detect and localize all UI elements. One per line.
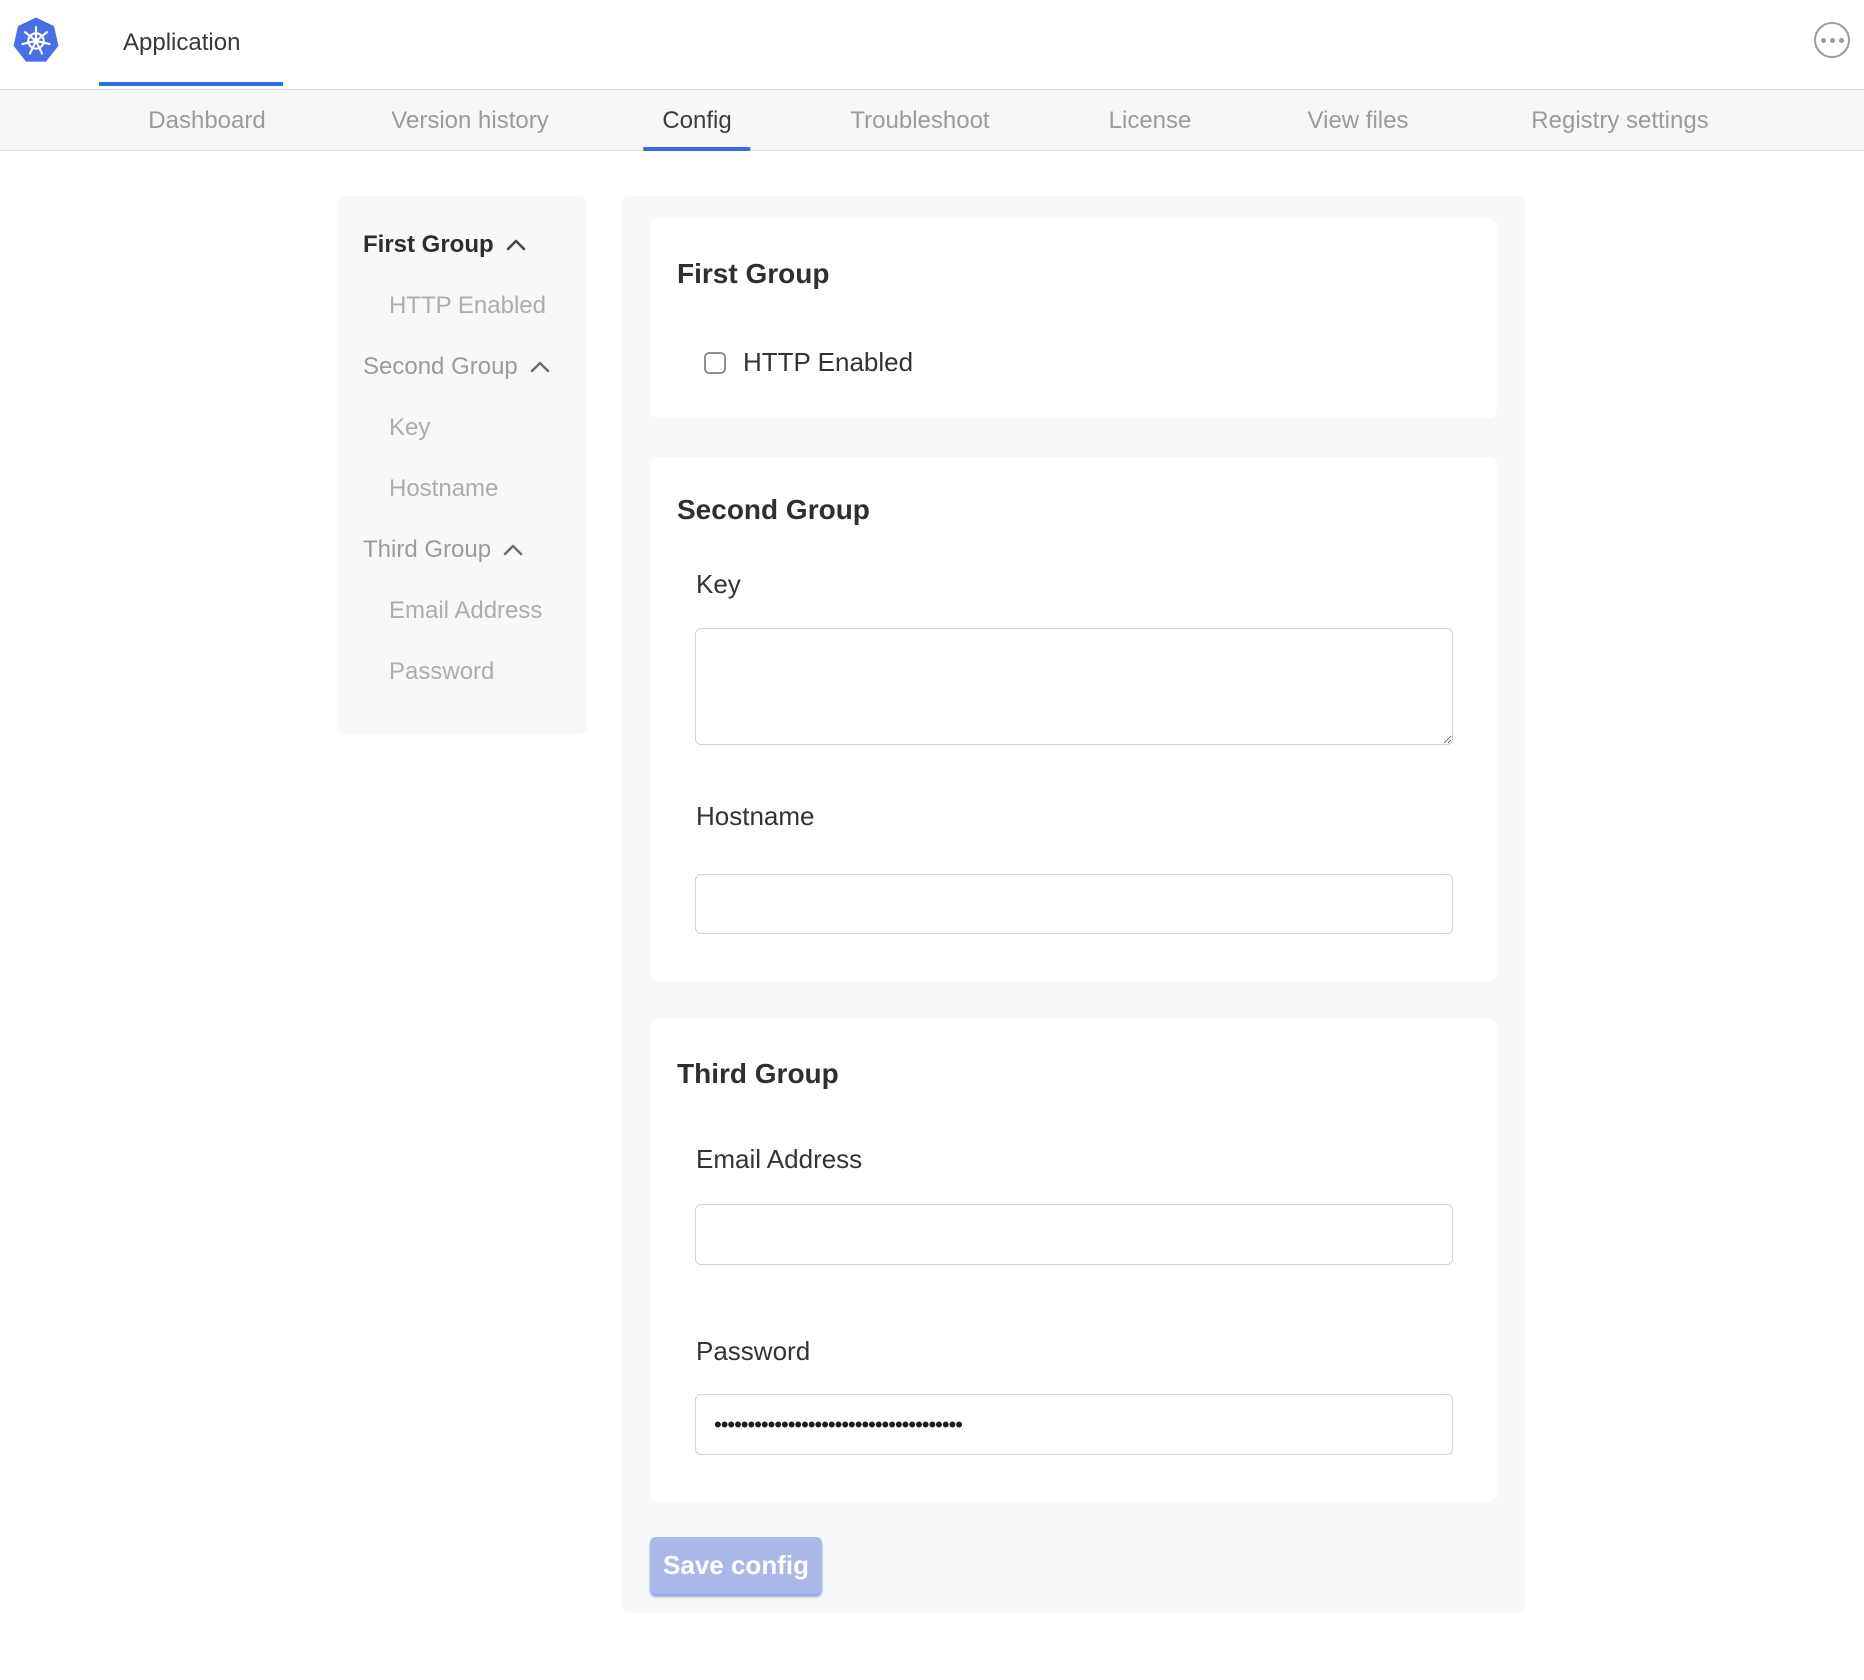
config-sidebar: First Group HTTP Enabled Second Group Ke… [337, 196, 587, 734]
app-title: Application [123, 0, 240, 86]
config-panel: First Group HTTP Enabled Second Group Ke… [621, 196, 1525, 1613]
group-title: Third Group [677, 1058, 839, 1090]
password-label: Password [696, 1336, 810, 1367]
key-label: Key [696, 569, 741, 600]
sidebar-item-password[interactable]: Password [363, 657, 587, 687]
tab-troubleshoot[interactable]: Troubleshoot [850, 90, 989, 151]
save-config-button[interactable]: Save config [650, 1537, 822, 1594]
tab-view-files[interactable]: View files [1308, 90, 1409, 151]
hostname-label: Hostname [696, 801, 815, 832]
group-card-second: Second Group Key Hostname [650, 457, 1497, 981]
sidebar-item-key[interactable]: Key [363, 413, 587, 443]
group-title: Second Group [677, 494, 870, 526]
group-card-third: Third Group Email Address Password [650, 1019, 1497, 1502]
kubernetes-logo-icon [12, 16, 60, 64]
hostname-input[interactable] [695, 874, 1453, 934]
tab-license[interactable]: License [1109, 90, 1192, 151]
sidebar-item-first-group[interactable]: First Group [363, 230, 587, 260]
chevron-up-icon [530, 361, 550, 373]
page: Application Dashboard Version history Co… [0, 0, 1864, 1680]
group-card-first: First Group HTTP Enabled [650, 218, 1497, 418]
sidebar-item-hostname[interactable]: Hostname [363, 474, 587, 504]
tab-config[interactable]: Config [662, 90, 731, 151]
tab-dashboard[interactable]: Dashboard [148, 90, 265, 151]
group-title: First Group [677, 258, 829, 290]
http-enabled-label: HTTP Enabled [743, 347, 913, 378]
http-enabled-checkbox[interactable] [704, 352, 726, 374]
active-tab-underline [99, 82, 283, 86]
ellipsis-menu-button[interactable] [1814, 22, 1850, 58]
sidebar-item-third-group[interactable]: Third Group [363, 535, 587, 565]
nav-bar: Dashboard Version history Config Trouble… [0, 90, 1864, 151]
chevron-up-icon [503, 544, 523, 556]
email-address-input[interactable] [695, 1204, 1453, 1265]
app-tab[interactable]: Application [99, 0, 283, 90]
password-input[interactable] [695, 1394, 1453, 1455]
tab-registry-settings[interactable]: Registry settings [1531, 90, 1708, 151]
http-enabled-field: HTTP Enabled [704, 347, 913, 378]
ellipsis-icon [1821, 38, 1826, 43]
tab-version-history[interactable]: Version history [391, 90, 548, 151]
sidebar-item-email-address[interactable]: Email Address [363, 596, 587, 626]
email-address-label: Email Address [696, 1144, 862, 1175]
header: Application [0, 0, 1864, 90]
sidebar-item-second-group[interactable]: Second Group [363, 352, 587, 382]
key-textarea[interactable] [695, 628, 1453, 745]
sidebar-item-http-enabled[interactable]: HTTP Enabled [363, 291, 587, 321]
chevron-up-icon [506, 239, 526, 251]
